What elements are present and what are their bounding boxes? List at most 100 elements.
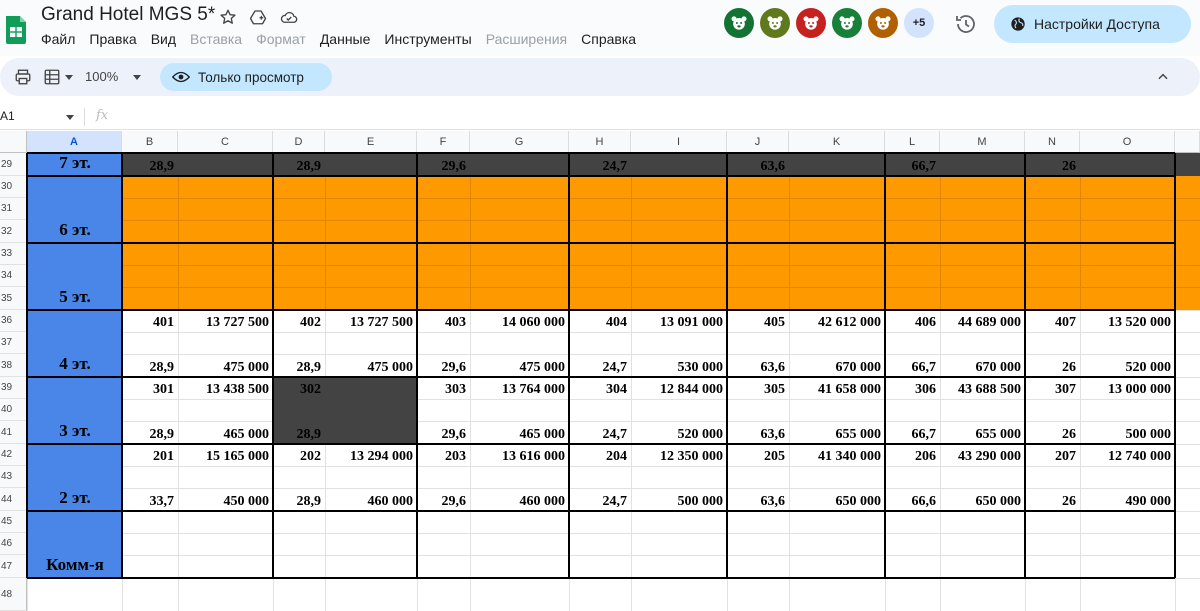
room-price[interactable]: 42 612 000 (789, 310, 885, 332)
room-area[interactable]: 66,7 (885, 153, 940, 176)
room-price-per-m2[interactable]: 475 000 (325, 354, 417, 377)
floor-label[interactable]: 2 эт. (28, 444, 122, 511)
floor-label[interactable]: 7 эт. (28, 153, 122, 176)
room-area[interactable]: 66,6 (885, 488, 940, 511)
row-header[interactable]: 35 (0, 287, 27, 310)
column-header[interactable]: L (885, 131, 940, 153)
room-price[interactable]: 13 727 500 (178, 310, 273, 332)
room-price-per-m2[interactable]: 670 000 (789, 354, 885, 377)
row-header[interactable]: 47 (0, 555, 27, 578)
room-price-per-m2[interactable]: 500 000 (1080, 421, 1175, 444)
table-format-dropdown-icon[interactable] (65, 75, 73, 80)
column-header[interactable]: E (325, 131, 417, 153)
column-header[interactable]: B (122, 131, 178, 153)
sheets-logo-icon[interactable] (4, 14, 28, 44)
room-price-per-m2[interactable]: 655 000 (940, 421, 1025, 444)
room-number[interactable]: 307 (1025, 377, 1080, 399)
room-price-per-m2[interactable]: 490 000 (1080, 488, 1175, 511)
room-number[interactable]: 203 (417, 444, 470, 466)
room-price[interactable]: 43 290 000 (940, 444, 1025, 466)
room-price[interactable]: 44 689 000 (940, 310, 1025, 332)
room-number[interactable]: 301 (122, 377, 178, 399)
room-price-per-m2[interactable]: 655 000 (789, 421, 885, 444)
room-area[interactable]: 26 (1025, 421, 1080, 444)
row-header[interactable]: 43 (0, 466, 27, 488)
room-price[interactable]: 13 091 000 (631, 310, 727, 332)
room-area[interactable]: 29,6 (417, 354, 470, 377)
share-button[interactable]: Настройки Доступа (994, 5, 1191, 43)
room-price[interactable]: 13 000 000 (1080, 377, 1175, 399)
column-header[interactable]: N (1025, 131, 1080, 153)
column-header[interactable]: D (273, 131, 325, 153)
menu-item[interactable]: Правка (89, 31, 136, 49)
document-title[interactable]: Grand Hotel MGS 5* (41, 4, 215, 26)
room-number[interactable]: 201 (122, 444, 178, 466)
room-price[interactable]: 14 060 000 (470, 310, 569, 332)
print-icon[interactable] (14, 68, 32, 86)
row-header[interactable]: 41 (0, 421, 27, 444)
platypus-avatar-icon[interactable] (760, 8, 790, 38)
room-area[interactable]: 24,7 (569, 488, 631, 511)
room-number[interactable]: 304 (569, 377, 631, 399)
room-number[interactable]: 207 (1025, 444, 1080, 466)
select-all-corner[interactable] (0, 131, 27, 153)
row-header[interactable]: 29 (0, 153, 27, 176)
column-header[interactable]: M (940, 131, 1025, 153)
column-header[interactable]: O (1080, 131, 1175, 153)
row-header[interactable]: 31 (0, 198, 27, 220)
floor-label[interactable]: 3 эт. (28, 377, 122, 444)
column-header[interactable]: I (631, 131, 727, 153)
room-number[interactable]: 404 (569, 310, 631, 332)
format-table-icon[interactable] (43, 68, 61, 86)
room-area[interactable]: 66,7 (885, 354, 940, 377)
bison-avatar-icon[interactable] (796, 8, 826, 38)
row-header[interactable]: 46 (0, 533, 27, 555)
room-price-per-m2[interactable]: 465 000 (178, 421, 273, 444)
room-price-per-m2[interactable]: 670 000 (940, 354, 1025, 377)
menu-item[interactable]: Файл (41, 31, 75, 49)
row-header[interactable]: 33 (0, 243, 27, 265)
room-number[interactable]: 402 (273, 310, 325, 332)
room-number[interactable]: 406 (885, 310, 940, 332)
room-number[interactable]: 403 (417, 310, 470, 332)
room-area[interactable]: 66,7 (885, 421, 940, 444)
move-to-drive-icon[interactable] (249, 8, 267, 26)
chevron-up-icon[interactable] (1156, 70, 1170, 84)
room-area[interactable]: 28,9 (273, 354, 325, 377)
room-area[interactable]: 63,6 (727, 488, 789, 511)
room-price-per-m2[interactable]: 500 000 (631, 488, 727, 511)
name-box-dropdown-icon[interactable] (66, 115, 74, 120)
room-price-per-m2[interactable]: 520 000 (1080, 354, 1175, 377)
room-area[interactable]: 24,7 (569, 354, 631, 377)
room-price[interactable]: 13 520 000 (1080, 310, 1175, 332)
room-area[interactable]: 29,6 (417, 153, 470, 176)
column-header[interactable]: K (789, 131, 885, 153)
room-area[interactable]: 63,6 (727, 153, 789, 176)
row-header[interactable]: 36 (0, 310, 27, 332)
room-area[interactable]: 63,6 (727, 421, 789, 444)
menu-item[interactable]: Вид (151, 31, 176, 49)
room-price-per-m2[interactable]: 530 000 (631, 354, 727, 377)
room-number[interactable]: 306 (885, 377, 940, 399)
room-price-per-m2[interactable]: 460 000 (325, 488, 417, 511)
cloud-saved-icon[interactable] (280, 8, 298, 26)
room-price-per-m2[interactable]: 650 000 (789, 488, 885, 511)
room-price[interactable]: 12 844 000 (631, 377, 727, 399)
column-header[interactable]: F (417, 131, 470, 153)
column-header[interactable]: A (27, 131, 122, 153)
room-area[interactable]: 33,7 (122, 488, 178, 511)
room-price-per-m2[interactable]: 650 000 (940, 488, 1025, 511)
room-area[interactable]: 29,6 (417, 421, 470, 444)
room-area[interactable]: 28,9 (122, 153, 178, 176)
room-price[interactable]: 13 616 000 (470, 444, 569, 466)
room-area[interactable]: 28,9 (122, 421, 178, 444)
room-area[interactable]: 28,9 (273, 488, 325, 511)
room-price[interactable]: 13 727 500 (325, 310, 417, 332)
room-price[interactable] (325, 377, 417, 399)
room-price[interactable]: 41 658 000 (789, 377, 885, 399)
column-header[interactable]: C (178, 131, 273, 153)
room-price[interactable]: 13 764 000 (470, 377, 569, 399)
room-area[interactable]: 26 (1025, 488, 1080, 511)
column-header[interactable]: J (727, 131, 789, 153)
room-price-per-m2[interactable]: 450 000 (178, 488, 273, 511)
